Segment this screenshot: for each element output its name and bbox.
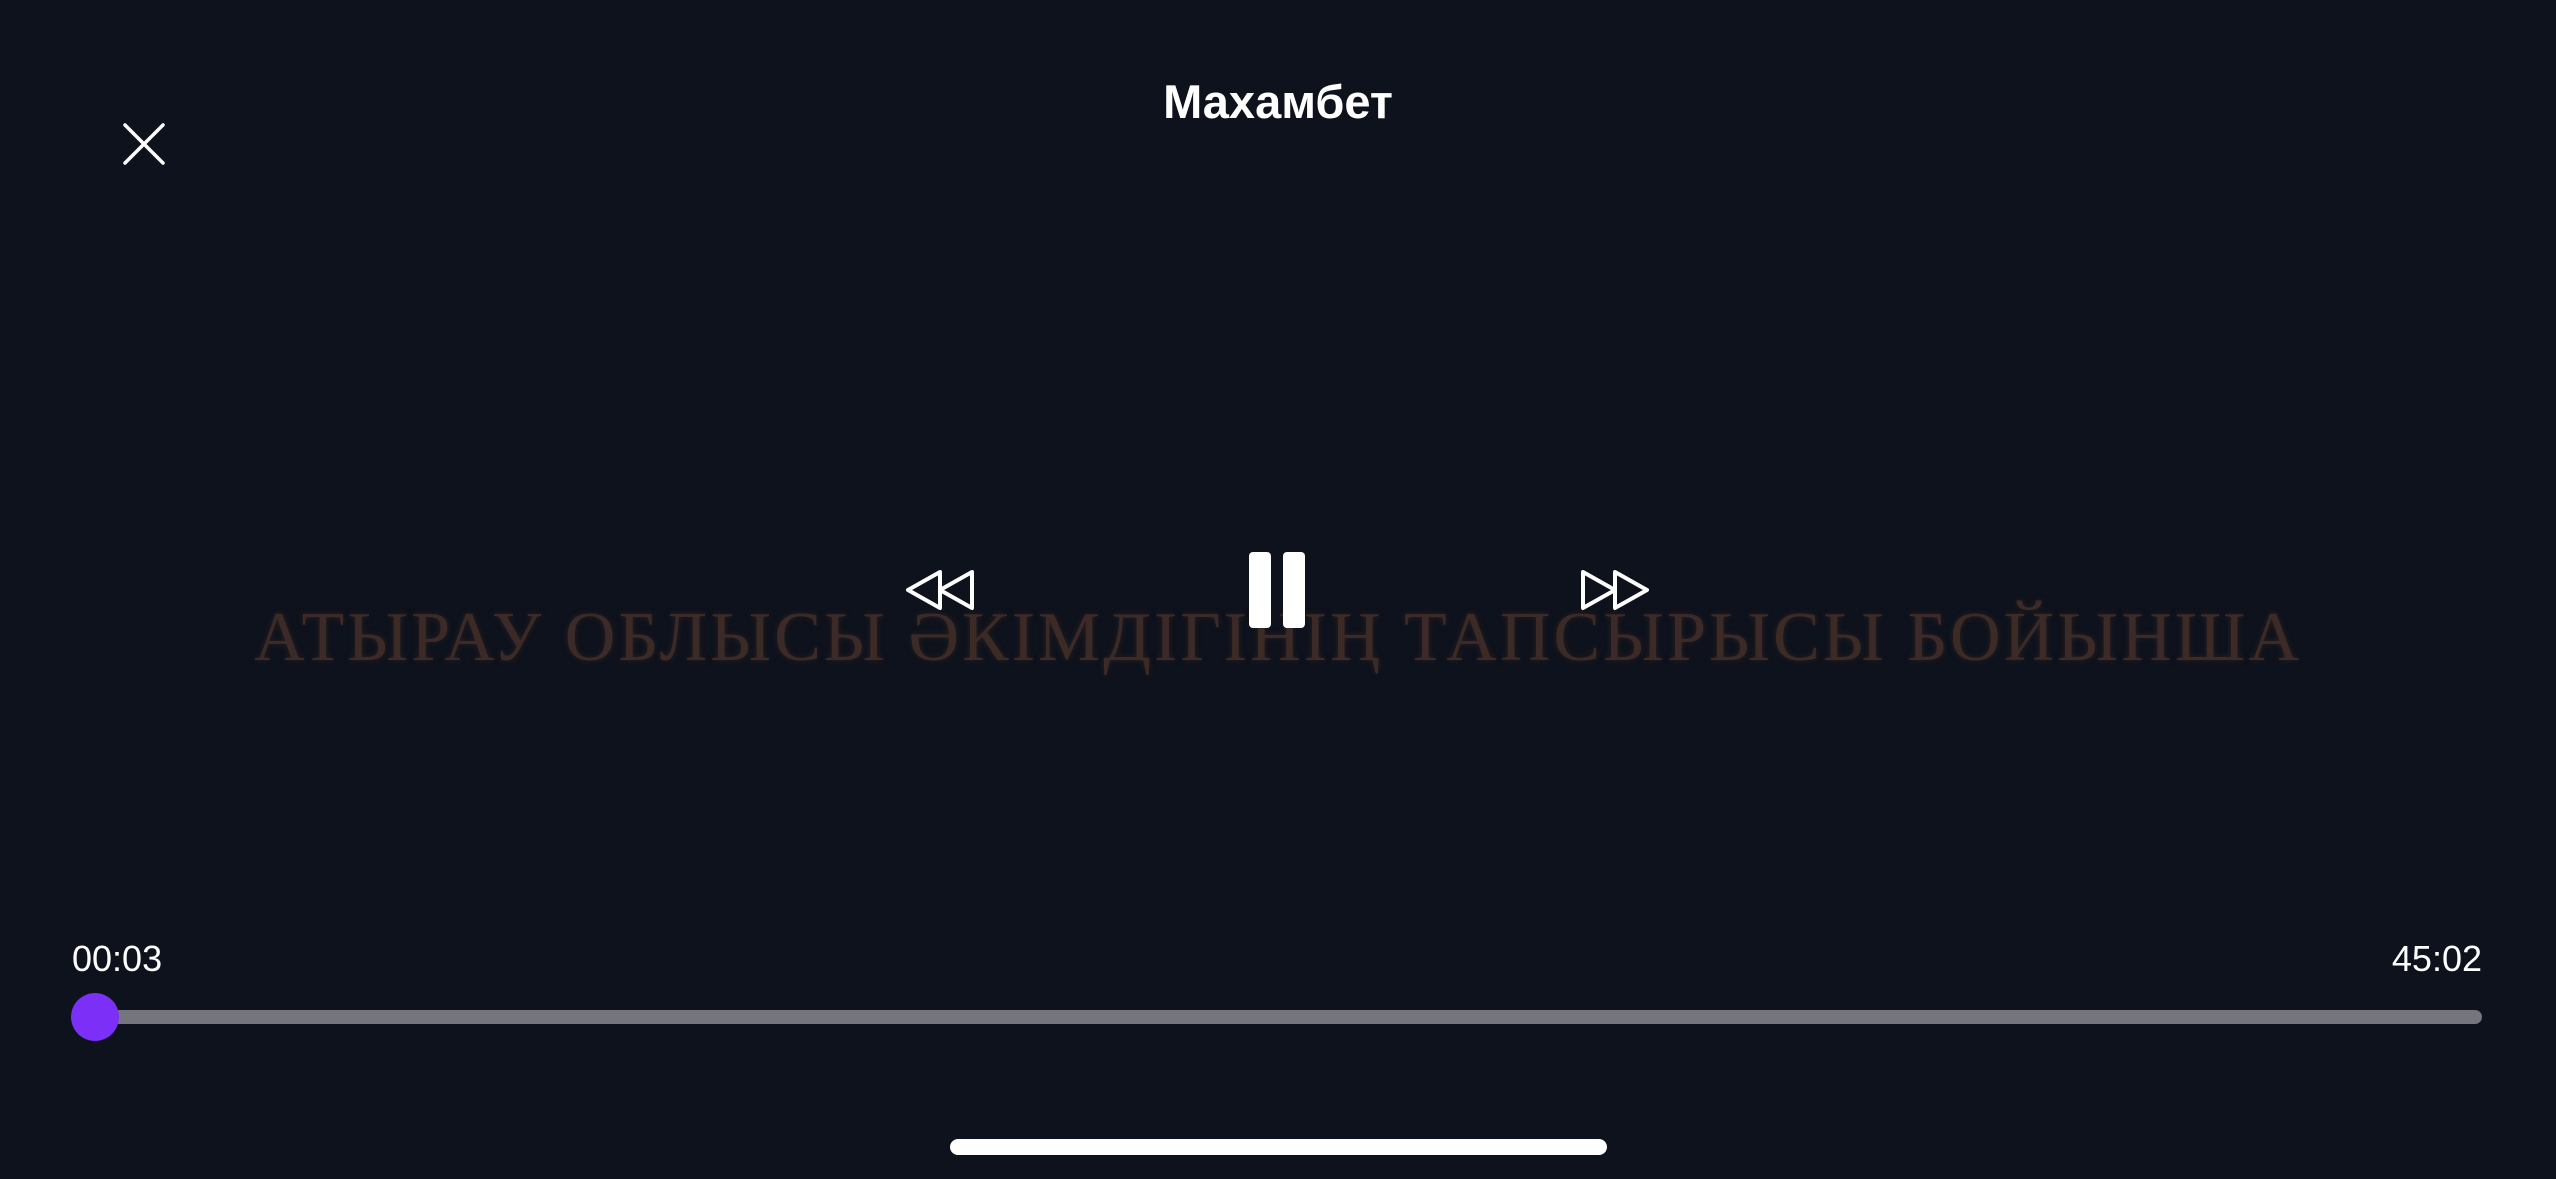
fast-forward-button[interactable] bbox=[1565, 550, 1665, 630]
progress-bar[interactable] bbox=[70, 993, 2482, 1041]
video-player-screen[interactable]: АТЫРАУ ОБЛЫСЫ ӘКІМДІГІНІҢ ТАПСЫРЫСЫ БОЙЫ… bbox=[0, 0, 2556, 1179]
elapsed-time: 00:03 bbox=[72, 938, 163, 979]
rewind-button[interactable] bbox=[890, 550, 990, 630]
video-title: Махамбет bbox=[1163, 75, 1393, 128]
total-duration: 45:02 bbox=[2391, 938, 2482, 979]
progress-thumb[interactable] bbox=[70, 993, 119, 1041]
fast-forward-icon bbox=[1581, 570, 1649, 610]
pause-button[interactable] bbox=[1232, 540, 1322, 640]
pause-icon bbox=[1249, 552, 1305, 628]
home-indicator[interactable] bbox=[950, 1139, 1607, 1155]
rewind-icon bbox=[906, 570, 974, 610]
